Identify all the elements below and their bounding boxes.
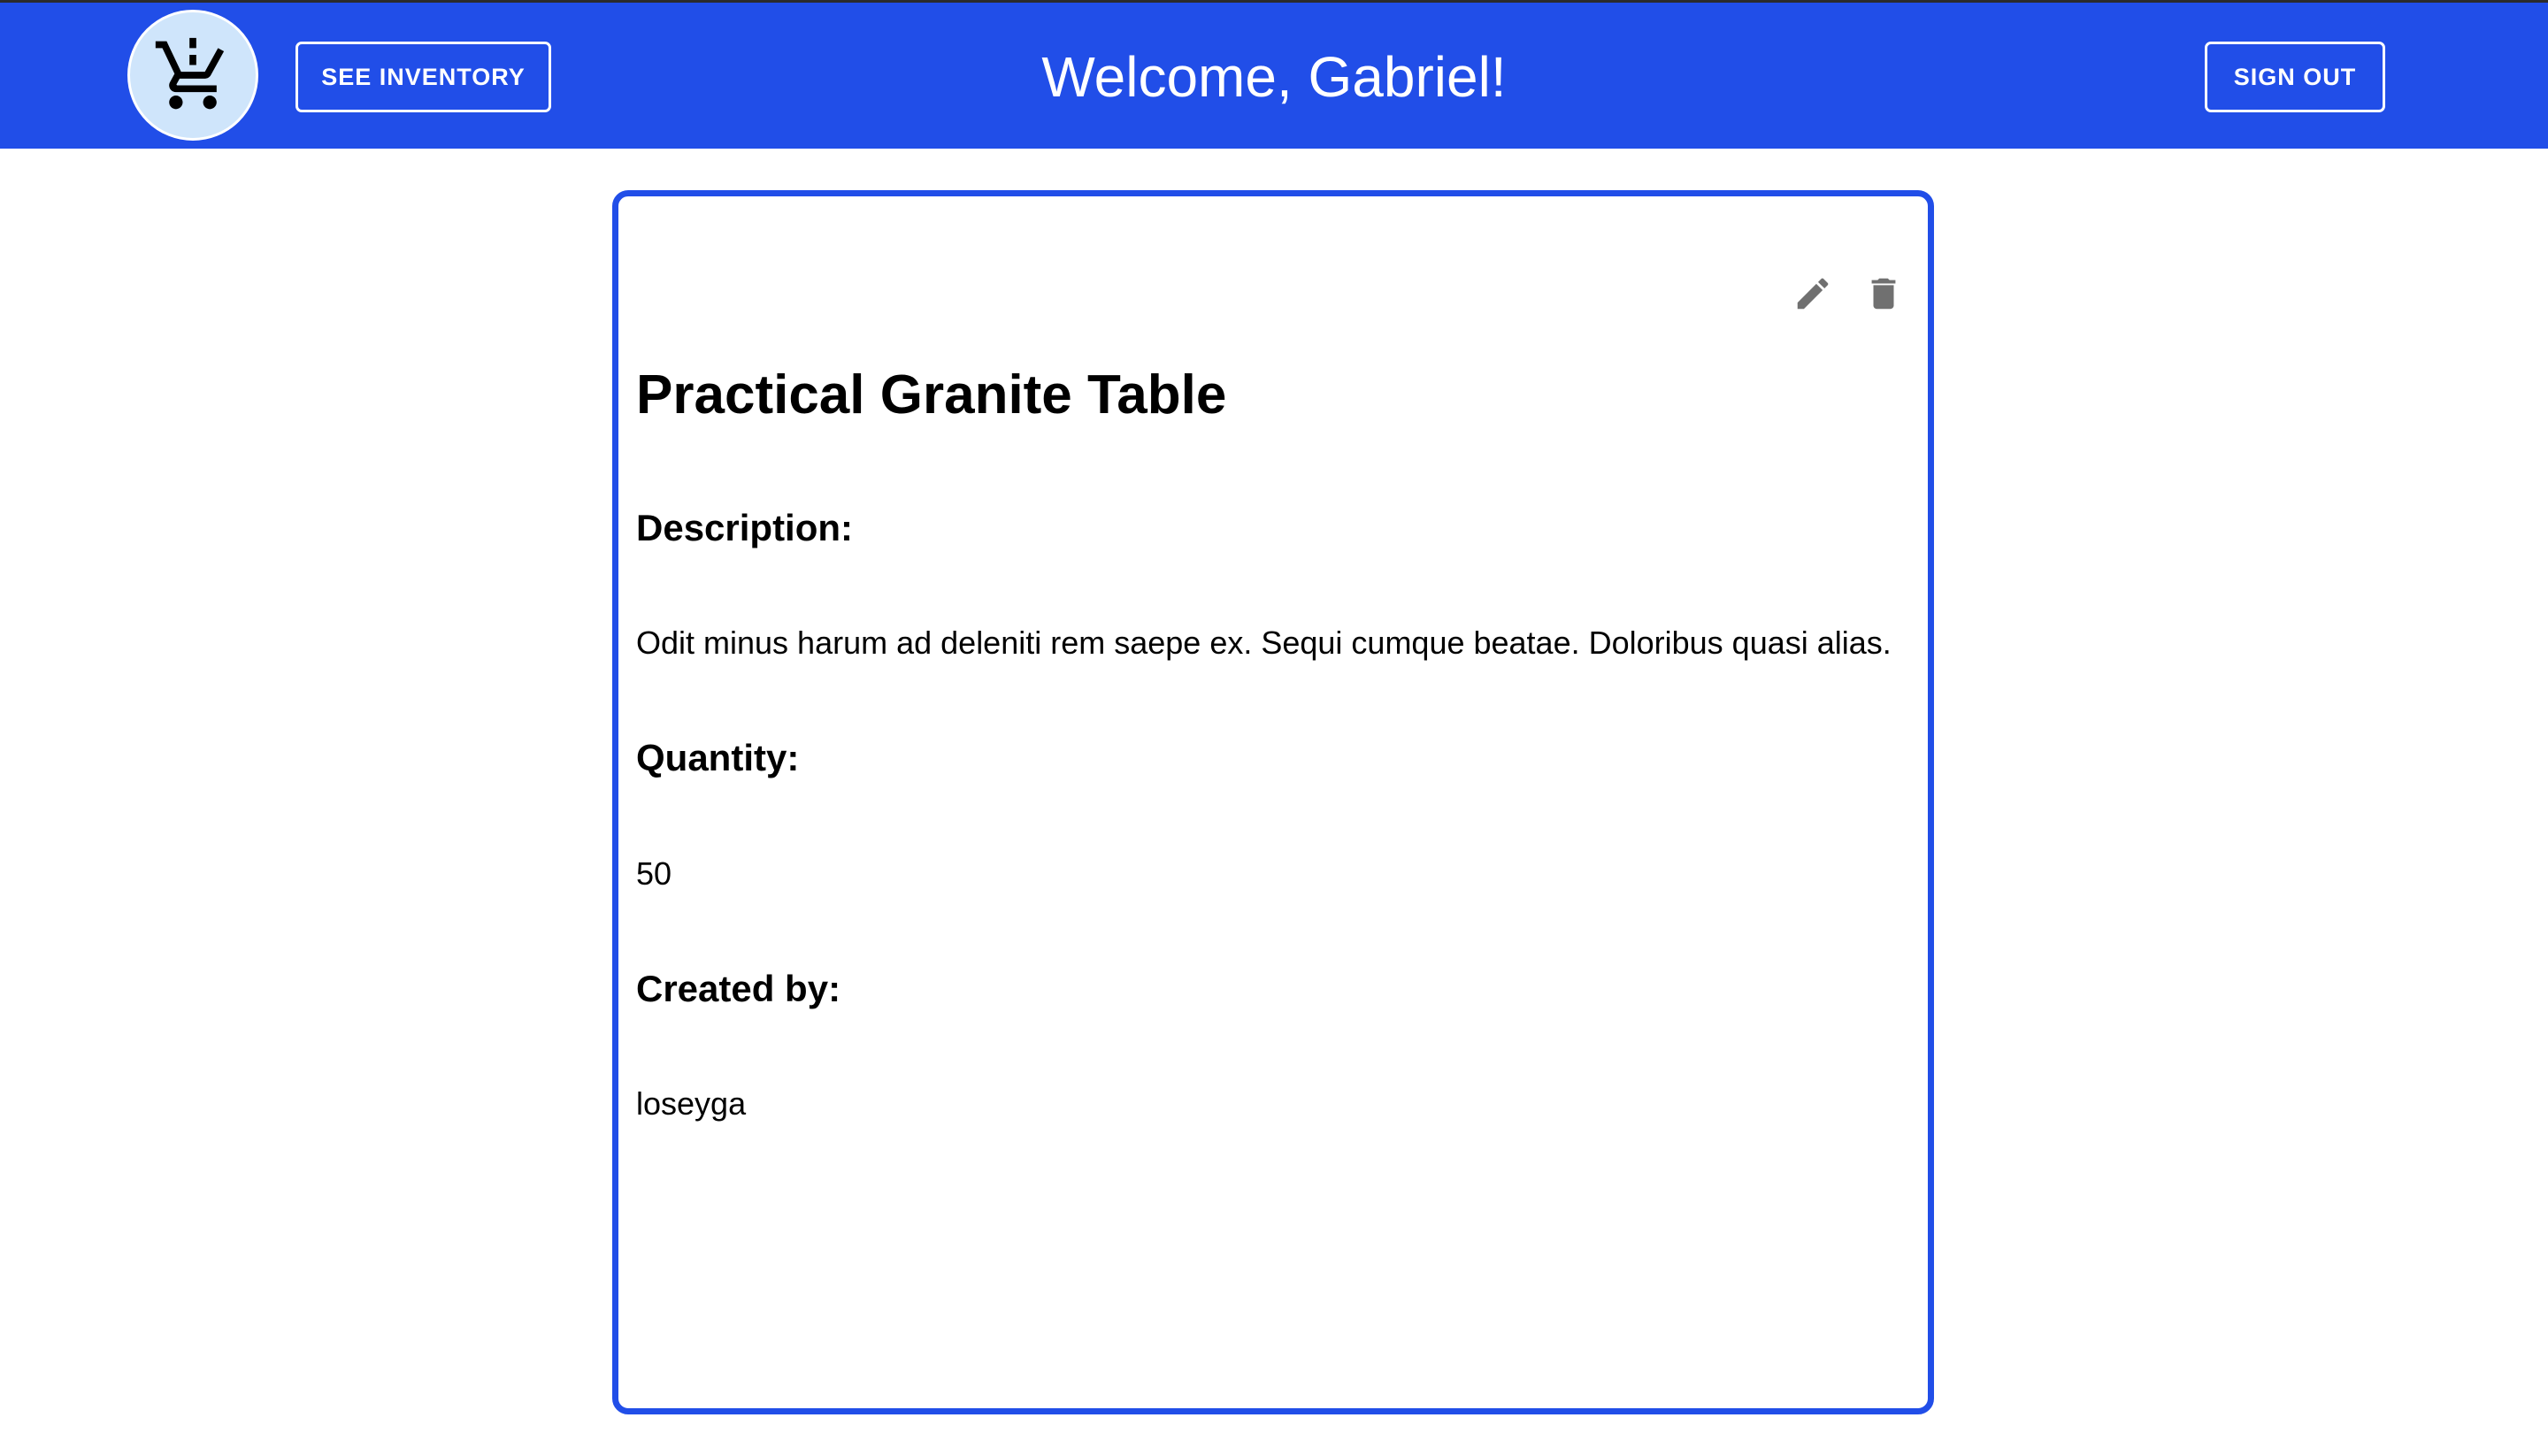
created-by-label: Created by: bbox=[636, 968, 841, 1009]
item-detail-card: Practical Granite Table Description: Odi… bbox=[612, 190, 1934, 1414]
quantity-label: Quantity: bbox=[636, 737, 800, 778]
created-by-value: loseyga bbox=[636, 1085, 747, 1122]
pencil-icon bbox=[1797, 278, 1829, 310]
welcome-title: Welcome, Gabriel! bbox=[1041, 45, 1507, 109]
description-value: Odit minus harum ad deleniti rem saepe e… bbox=[636, 625, 1892, 661]
sign-out-button[interactable]: SIGN OUT bbox=[2205, 42, 2385, 112]
description-label: Description: bbox=[636, 507, 854, 548]
quantity-value: 50 bbox=[636, 855, 672, 892]
edit-item-button[interactable] bbox=[1786, 267, 1839, 320]
delete-item-button[interactable] bbox=[1857, 267, 1910, 320]
item-title: Practical Granite Table bbox=[636, 364, 1227, 425]
trash-icon bbox=[1871, 278, 1896, 310]
app-header: SEE INVENTORY Welcome, Gabriel! SIGN OUT bbox=[0, 3, 2548, 149]
